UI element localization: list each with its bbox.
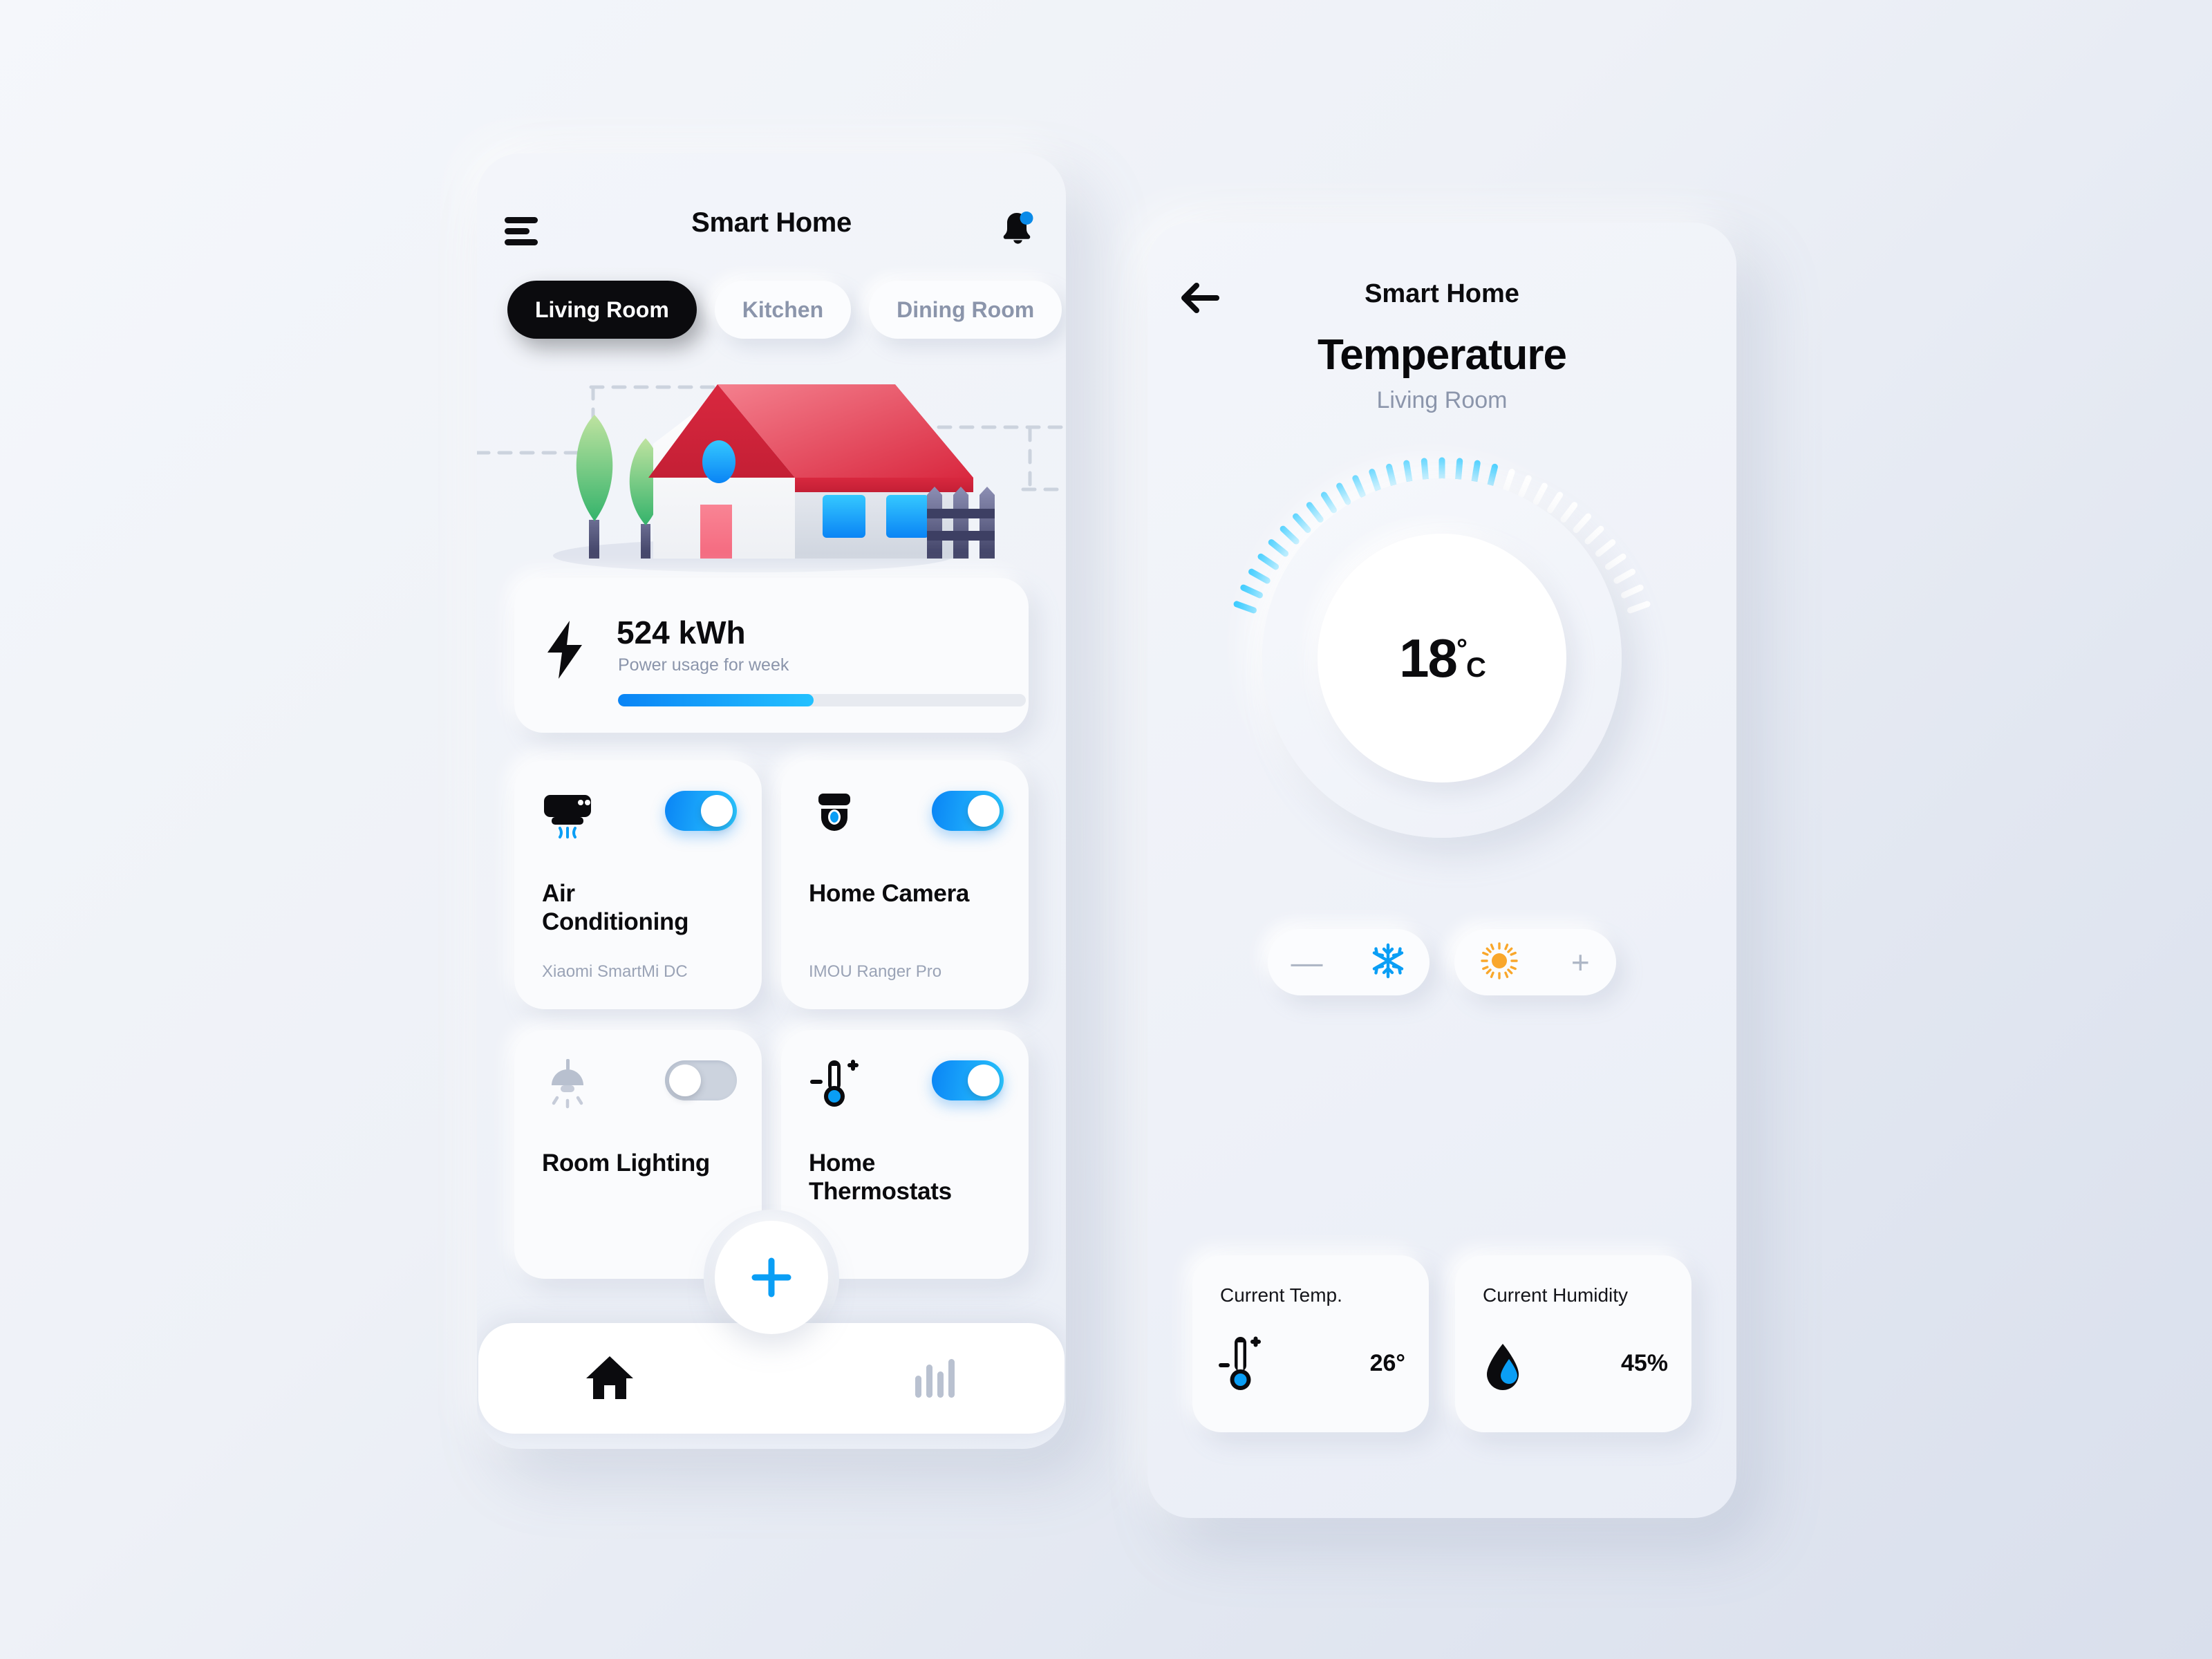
device-toggle-room-lighting[interactable] (665, 1060, 737, 1100)
tab-label: Living Room (535, 297, 669, 322)
stat-card-current-temp: Current Temp. 26° (1192, 1255, 1429, 1432)
plus-label: + (1571, 944, 1590, 980)
dial-inner-face: 18°C (1318, 534, 1566, 782)
dial-unit: C (1465, 652, 1486, 683)
tab-label: Kitchen (742, 297, 824, 322)
tab-kitchen[interactable]: Kitchen (714, 281, 852, 339)
power-usage-value: 524 kWh (617, 615, 746, 650)
home-topbar: Smart Home (477, 203, 1066, 265)
power-usage-progress-track (618, 694, 1026, 706)
stat-number: 45 (1620, 1350, 1647, 1376)
detail-page-title: Smart Home (1365, 279, 1519, 308)
heat-up-button[interactable]: + (1454, 929, 1616, 995)
temperature-controls: — + (1268, 929, 1616, 995)
cool-down-button[interactable]: — (1268, 929, 1430, 995)
hamburger-line (505, 239, 538, 245)
device-toggle-home-camera[interactable] (932, 791, 1004, 831)
power-usage-progress-fill (618, 694, 814, 706)
tab-living-room[interactable]: Living Room (507, 281, 697, 339)
house-illustration (477, 351, 1066, 579)
detail-room-subtitle: Living Room (1376, 387, 1508, 413)
device-name: Room Lighting (542, 1150, 710, 1177)
degree-symbol: ° (1456, 633, 1468, 664)
stat-card-current-humidity: Current Humidity 45% (1455, 1255, 1691, 1432)
sun-icon (1481, 941, 1518, 983)
device-card-air-conditioning[interactable]: Air Conditioning Xiaomi SmartMi DC (514, 760, 762, 1009)
nav-bar-chart-icon[interactable] (907, 1352, 959, 1402)
power-usage-subtitle: Power usage for week (618, 655, 789, 675)
air-conditioner-icon (542, 788, 593, 839)
lightning-bolt-icon (543, 621, 586, 679)
water-drop-icon (1481, 1333, 1524, 1398)
temperature-dial[interactable]: 18°C (1186, 430, 1698, 914)
tab-dining-room[interactable]: Dining Room (869, 281, 1062, 339)
home-screen-phone: Smart Home Living Room Kitchen Dining Ro… (477, 153, 1066, 1449)
temperature-detail-phone: Smart Home Temperature Living Room 18°C … (1147, 223, 1736, 1518)
toggle-knob (968, 1065, 1000, 1096)
snowflake-icon (1369, 942, 1407, 983)
tab-label: Dining Room (897, 297, 1035, 322)
device-name: Home Thermostats (809, 1150, 952, 1206)
thermometer-icon (809, 1058, 860, 1109)
dial-number: 18 (1399, 627, 1458, 688)
device-model: Xiaomi SmartMi DC (542, 962, 688, 981)
device-toggle-air-conditioning[interactable] (665, 791, 737, 831)
bottom-navigation-bar (478, 1323, 1065, 1434)
stat-value: 45% (1621, 1337, 1668, 1380)
plus-icon (751, 1257, 791, 1297)
stat-value: 26° (1370, 1337, 1405, 1380)
toggle-knob (968, 795, 1000, 827)
stat-unit: ° (1396, 1350, 1405, 1376)
device-model: IMOU Ranger Pro (809, 962, 942, 981)
environment-stats: Current Temp. 26° Current Humidity 45% (1192, 1255, 1691, 1432)
ceiling-lamp-icon (542, 1058, 593, 1109)
toggle-knob (701, 795, 733, 827)
minus-label: — (1291, 944, 1323, 980)
add-device-fab[interactable] (715, 1221, 828, 1334)
page-title: Smart Home (691, 207, 852, 238)
dial-temperature-value: 18°C (1399, 627, 1486, 690)
detail-heading: Temperature (1318, 331, 1567, 379)
device-name: Home Camera (809, 880, 970, 907)
stat-number: 26 (1369, 1350, 1396, 1376)
nav-home-icon[interactable] (583, 1352, 636, 1402)
device-name: Air Conditioning (542, 880, 689, 936)
thermometer-icon (1219, 1333, 1262, 1398)
security-camera-icon (809, 788, 860, 839)
stat-label: Current Temp. (1220, 1284, 1342, 1306)
bell-icon[interactable] (997, 207, 1037, 247)
stat-unit: % (1647, 1350, 1668, 1376)
device-toggle-home-thermostats[interactable] (932, 1060, 1004, 1100)
toggle-knob (669, 1065, 701, 1096)
device-card-home-camera[interactable]: Home Camera IMOU Ranger Pro (781, 760, 1029, 1009)
room-tabs: Living Room Kitchen Dining Room (507, 281, 1062, 339)
stat-label: Current Humidity (1483, 1284, 1629, 1306)
power-usage-card: 524 kWh Power usage for week (514, 578, 1029, 733)
